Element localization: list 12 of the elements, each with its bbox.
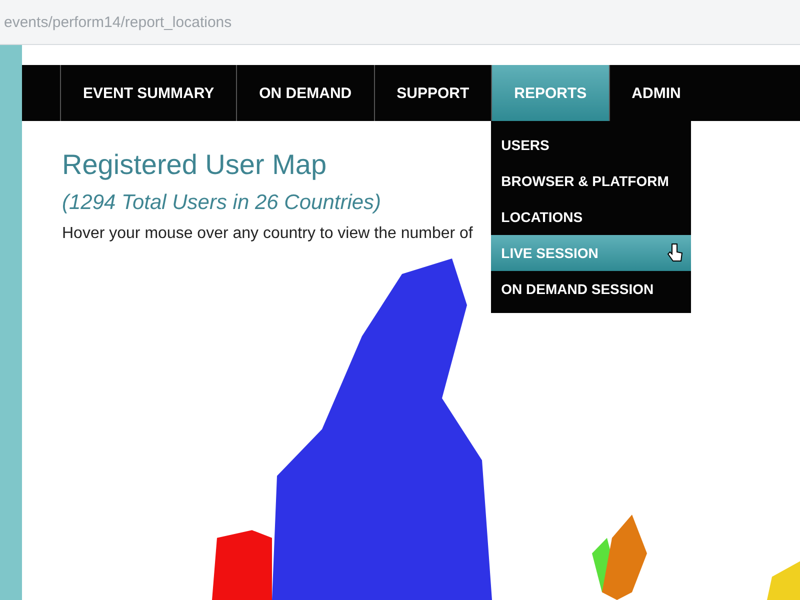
menu-item[interactable]: USERS (491, 127, 692, 163)
hand-cursor-icon (667, 243, 684, 263)
page-title: Registered User Map (62, 149, 328, 181)
nav-tab[interactable]: ADMIN (608, 65, 703, 121)
nav-tab[interactable]: EVENT SUMMARY (60, 65, 236, 121)
hint-text: Hover your mouse over any country to view the number of (62, 225, 474, 243)
country-shape (767, 561, 800, 600)
menu-item[interactable]: LOCATIONS (491, 199, 692, 235)
menu-item[interactable]: ON DEMAND SESSION (491, 271, 692, 307)
nav-tab[interactable]: ON DEMAND (236, 65, 374, 121)
menu-item[interactable]: BROWSER & PLATFORM (491, 163, 692, 199)
user-count: (1294 Total Users in 26 Countries) (62, 191, 382, 215)
